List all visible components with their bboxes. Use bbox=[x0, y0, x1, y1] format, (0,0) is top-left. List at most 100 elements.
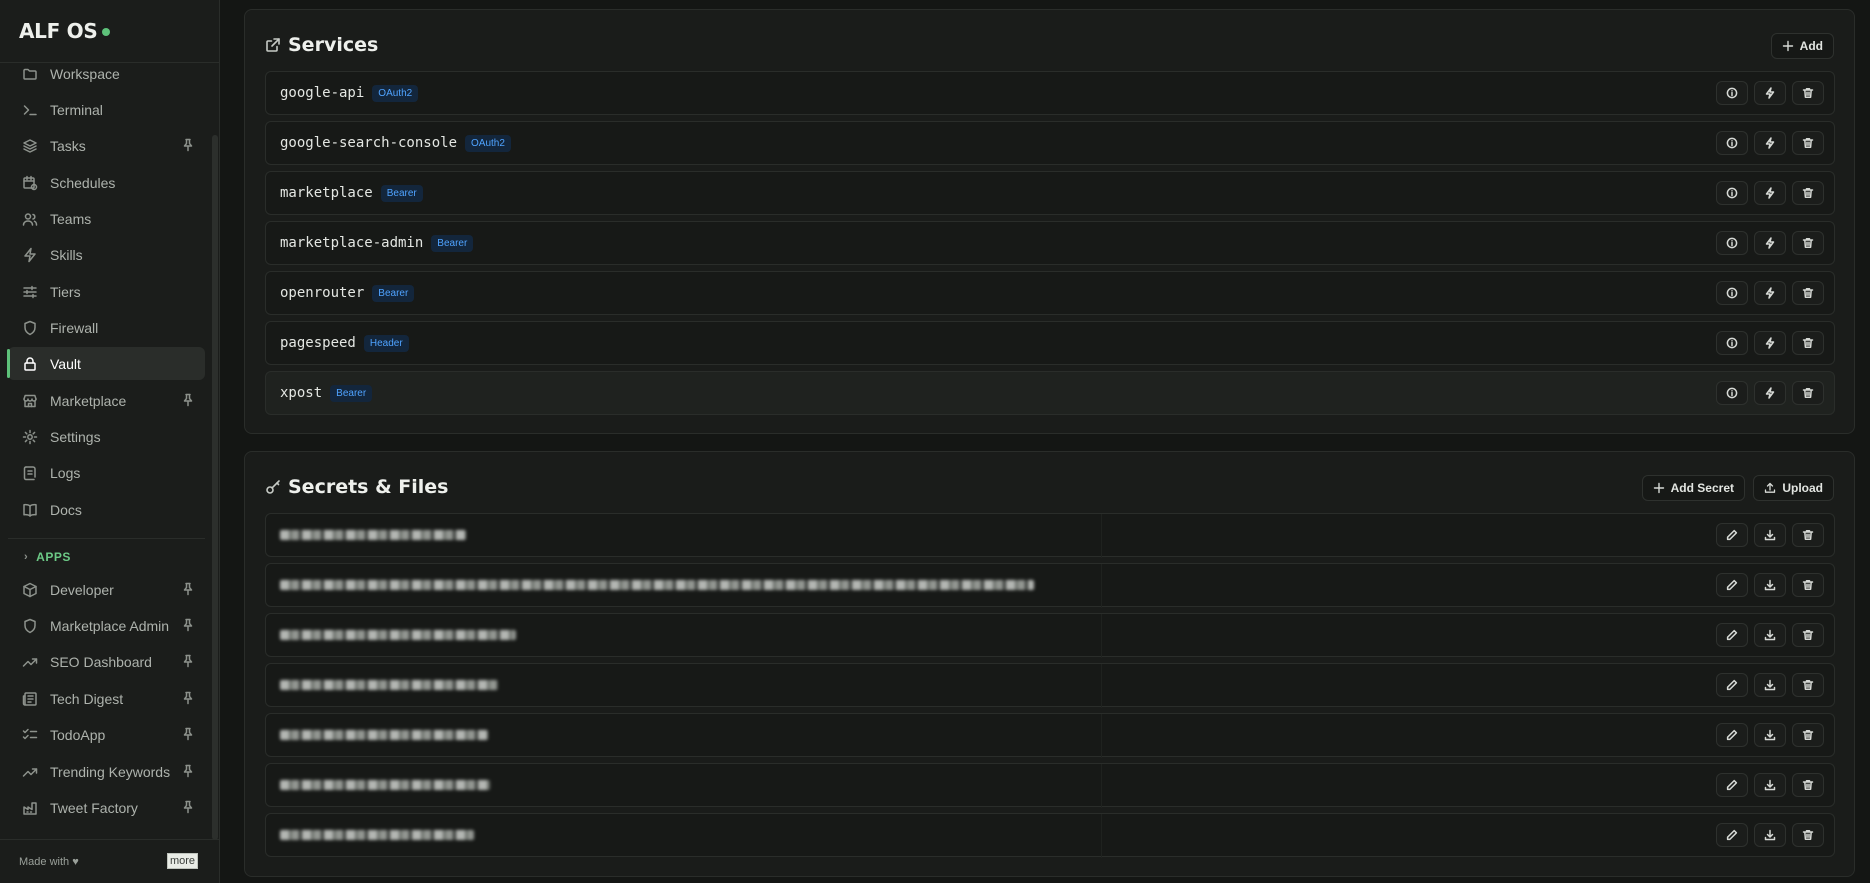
app-item-tech-digest[interactable]: Tech Digest bbox=[8, 682, 205, 715]
service-delete-button[interactable] bbox=[1792, 81, 1824, 105]
service-info-button[interactable] bbox=[1716, 281, 1748, 305]
sidebar-item-marketplace[interactable]: Marketplace bbox=[8, 384, 205, 417]
service-row[interactable]: openrouter Bearer bbox=[265, 271, 1835, 315]
secret-row[interactable] bbox=[265, 763, 1835, 808]
service-row[interactable]: google-api OAuth2 bbox=[265, 71, 1835, 115]
secret-edit-button[interactable] bbox=[1716, 673, 1748, 697]
service-delete-button[interactable] bbox=[1792, 281, 1824, 305]
pin-icon[interactable] bbox=[181, 800, 195, 814]
secret-download-button[interactable] bbox=[1754, 723, 1786, 747]
service-test-button[interactable] bbox=[1754, 331, 1786, 355]
pin-icon[interactable] bbox=[181, 654, 195, 668]
pin-icon[interactable] bbox=[181, 618, 195, 632]
secret-download-button[interactable] bbox=[1754, 573, 1786, 597]
sidebar-item-logs[interactable]: Logs bbox=[8, 456, 205, 489]
service-delete-button[interactable] bbox=[1792, 331, 1824, 355]
secret-download-button[interactable] bbox=[1754, 823, 1786, 847]
pencil-icon bbox=[1726, 629, 1738, 641]
sidebar-item-label: Terminal bbox=[50, 101, 103, 118]
pin-icon[interactable] bbox=[181, 582, 195, 596]
secret-row[interactable] bbox=[265, 613, 1835, 658]
service-info-button[interactable] bbox=[1716, 131, 1748, 155]
service-info-button[interactable] bbox=[1716, 381, 1748, 405]
sidebar-item-workspace[interactable]: Workspace bbox=[8, 57, 205, 90]
service-test-button[interactable] bbox=[1754, 281, 1786, 305]
more-link[interactable]: more bbox=[166, 853, 198, 869]
app-item-marketplace-admin[interactable]: Marketplace Admin bbox=[8, 609, 205, 642]
sidebar-item-tasks[interactable]: Tasks bbox=[8, 129, 205, 162]
service-delete-button[interactable] bbox=[1792, 381, 1824, 405]
service-info-button[interactable] bbox=[1716, 331, 1748, 355]
secret-delete-button[interactable] bbox=[1792, 573, 1824, 597]
auth-type-badge: OAuth2 bbox=[372, 84, 419, 102]
secret-download-button[interactable] bbox=[1754, 523, 1786, 547]
secret-row[interactable] bbox=[265, 663, 1835, 708]
add-secret-button[interactable]: Add Secret bbox=[1641, 475, 1745, 501]
service-row[interactable]: marketplace-admin Bearer bbox=[265, 221, 1835, 265]
secret-edit-button[interactable] bbox=[1716, 823, 1748, 847]
brand[interactable]: ALF OS bbox=[0, 0, 219, 63]
service-info-button[interactable] bbox=[1716, 81, 1748, 105]
pin-icon[interactable] bbox=[181, 764, 195, 778]
footer-text: Made with ♥ bbox=[19, 855, 79, 868]
secret-edit-button[interactable] bbox=[1716, 723, 1748, 747]
sidebar-item-label: Skills bbox=[50, 246, 83, 263]
pin-icon[interactable] bbox=[181, 393, 195, 407]
secret-download-button[interactable] bbox=[1754, 773, 1786, 797]
service-test-button[interactable] bbox=[1754, 381, 1786, 405]
service-delete-button[interactable] bbox=[1792, 131, 1824, 155]
service-info-button[interactable] bbox=[1716, 231, 1748, 255]
secret-delete-button[interactable] bbox=[1792, 823, 1824, 847]
sidebar-item-terminal[interactable]: Terminal bbox=[8, 93, 205, 126]
service-row[interactable]: pagespeed Header bbox=[265, 321, 1835, 365]
secret-edit-button[interactable] bbox=[1716, 623, 1748, 647]
add-service-button[interactable]: Add bbox=[1770, 33, 1834, 59]
sidebar-item-schedules[interactable]: Schedules bbox=[8, 166, 205, 199]
sidebar-item-docs[interactable]: Docs bbox=[8, 493, 205, 526]
secret-delete-button[interactable] bbox=[1792, 673, 1824, 697]
sidebar-item-firewall[interactable]: Firewall bbox=[8, 311, 205, 344]
service-row[interactable]: google-search-console OAuth2 bbox=[265, 121, 1835, 165]
secret-row[interactable] bbox=[265, 813, 1835, 858]
secret-delete-button[interactable] bbox=[1792, 523, 1824, 547]
service-test-button[interactable] bbox=[1754, 81, 1786, 105]
row-actions bbox=[1716, 181, 1824, 205]
secret-edit-button[interactable] bbox=[1716, 773, 1748, 797]
app-item-todoapp[interactable]: TodoApp bbox=[8, 718, 205, 751]
app-item-trending-keywords[interactable]: Trending Keywords bbox=[8, 755, 205, 788]
app-item-seo-dashboard[interactable]: SEO Dashboard bbox=[8, 645, 205, 678]
service-info-button[interactable] bbox=[1716, 181, 1748, 205]
sidebar-item-tiers[interactable]: Tiers bbox=[8, 275, 205, 308]
sidebar-item-settings[interactable]: Settings bbox=[8, 420, 205, 453]
pin-icon[interactable] bbox=[181, 138, 195, 152]
app-title: ALF OS bbox=[19, 19, 98, 43]
secret-edit-button[interactable] bbox=[1716, 573, 1748, 597]
sidebar-item-vault[interactable]: Vault bbox=[7, 347, 205, 380]
apps-section-toggle[interactable]: › APPS bbox=[24, 550, 71, 564]
pin-icon[interactable] bbox=[181, 691, 195, 705]
secret-row[interactable] bbox=[265, 713, 1835, 758]
secret-delete-button[interactable] bbox=[1792, 723, 1824, 747]
service-test-button[interactable] bbox=[1754, 181, 1786, 205]
service-row[interactable]: xpost Bearer bbox=[265, 371, 1835, 415]
secret-edit-button[interactable] bbox=[1716, 523, 1748, 547]
app-item-developer[interactable]: Developer bbox=[8, 573, 205, 606]
service-delete-button[interactable] bbox=[1792, 231, 1824, 255]
service-test-button[interactable] bbox=[1754, 131, 1786, 155]
secret-delete-button[interactable] bbox=[1792, 773, 1824, 797]
app-item-tweet-factory[interactable]: Tweet Factory bbox=[8, 791, 205, 824]
sidebar-item-skills[interactable]: Skills bbox=[8, 238, 205, 271]
sidebar-item-teams[interactable]: Teams bbox=[8, 202, 205, 235]
service-test-button[interactable] bbox=[1754, 231, 1786, 255]
pin-icon[interactable] bbox=[181, 727, 195, 741]
secret-row[interactable] bbox=[265, 563, 1835, 608]
service-row[interactable]: marketplace Bearer bbox=[265, 171, 1835, 215]
secret-download-button[interactable] bbox=[1754, 673, 1786, 697]
secret-delete-button[interactable] bbox=[1792, 623, 1824, 647]
sidebar-scrollbar[interactable] bbox=[212, 135, 218, 840]
secret-row[interactable] bbox=[265, 513, 1835, 558]
secrets-heading: Secrets & Files bbox=[265, 476, 448, 498]
upload-button[interactable]: Upload bbox=[1753, 475, 1834, 501]
secret-download-button[interactable] bbox=[1754, 623, 1786, 647]
service-delete-button[interactable] bbox=[1792, 181, 1824, 205]
